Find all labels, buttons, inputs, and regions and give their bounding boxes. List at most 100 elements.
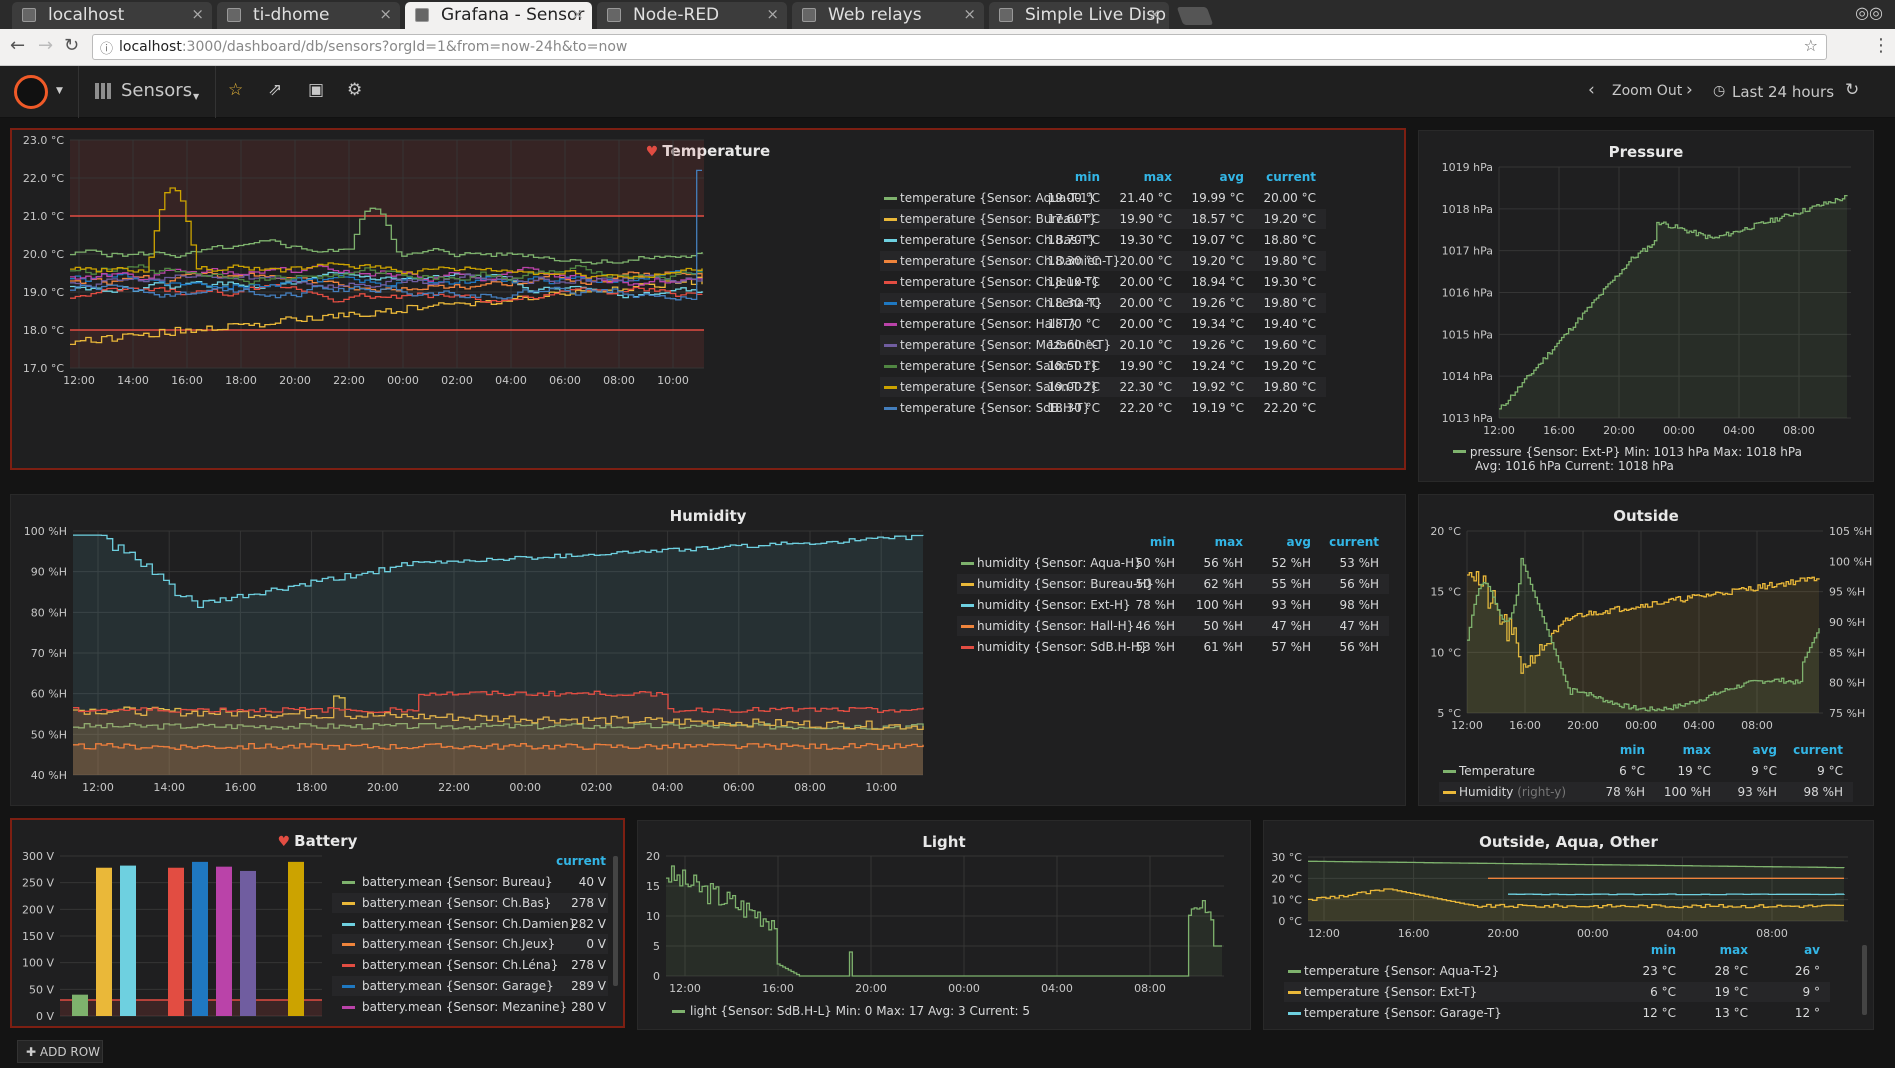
legend-row[interactable]: humidity {Sensor: Hall-H} 46 %H 50 %H 47 %H… bbox=[957, 616, 1389, 636]
time-range-picker[interactable]: Last 24 hours bbox=[1732, 83, 1834, 101]
legend-row[interactable]: battery.mean {Sensor: Garage} 289 V bbox=[332, 976, 608, 996]
other-series-line[interactable] bbox=[1508, 893, 1845, 896]
browser-tab[interactable]: ti-dhome × bbox=[217, 2, 400, 29]
battery-bar[interactable] bbox=[96, 867, 112, 1016]
y-tick-label: 150 V bbox=[22, 930, 54, 943]
other-graph[interactable]: 30 °C 20 °C 10 °C 0 °C 12:00 16:00 20:00 00:00 0… bbox=[1264, 821, 1875, 941]
legend-row[interactable]: humidity {Sensor: Ext-H} 78 %H 100 %H 93 %H… bbox=[957, 595, 1389, 615]
tab-close-icon[interactable]: × bbox=[191, 5, 204, 23]
legend-row[interactable]: temperature {Sensor: Ch.Damien-T} 18.30 °… bbox=[880, 251, 1326, 271]
zoom-out-button[interactable]: Zoom Out bbox=[1612, 83, 1682, 99]
refresh-icon[interactable]: ↻ bbox=[1845, 80, 1859, 100]
legend-row[interactable]: temperature {Sensor: Ext-T} 6 °C 19 °C 9 ° bbox=[1284, 982, 1830, 1002]
browser-tab[interactable]: Node-RED × bbox=[597, 2, 787, 29]
legend-row[interactable]: humidity {Sensor: Aqua-H} 50 %H 56 %H 52 %H… bbox=[957, 553, 1389, 573]
x-tick-label: 12:00 bbox=[1451, 719, 1483, 732]
legend-row[interactable]: humidity {Sensor: Bureau-H} 50 %H 62 %H 55 … bbox=[957, 574, 1389, 594]
forward-icon[interactable]: → bbox=[38, 35, 53, 56]
legend-value-max: 19.90 °C bbox=[1119, 359, 1172, 373]
battery-bar[interactable] bbox=[216, 866, 232, 1016]
battery-bar[interactable] bbox=[72, 994, 88, 1016]
temperature-graph[interactable]: 23.0 °C 22.0 °C 21.0 °C 20.0 °C 19.0 °C 18.0 … bbox=[12, 130, 872, 470]
legend-row[interactable]: temperature {Sensor: Salon-T-2} 19.00 °C 2… bbox=[880, 377, 1326, 397]
dashboard-caret-icon[interactable]: ▼ bbox=[193, 92, 199, 101]
reload-icon[interactable]: ↻ bbox=[64, 35, 79, 56]
legend-row[interactable]: temperature {Sensor: Hall-T} 18.70 °C 20.0… bbox=[880, 314, 1326, 334]
battery-legend-scrollbar[interactable] bbox=[613, 856, 618, 986]
tab-close-icon[interactable]: × bbox=[571, 5, 584, 23]
legend-value-min: 19.00 °C bbox=[1047, 380, 1100, 394]
add-row-button[interactable]: ✚ ADD ROW bbox=[17, 1040, 103, 1063]
tab-close-icon[interactable]: × bbox=[766, 5, 779, 23]
legend-row[interactable]: temperature {Sensor: Salon-T-1} 18.50 °C 1… bbox=[880, 356, 1326, 376]
light-graph[interactable]: 20 15 10 5 0 12:00 16:00 20:00 00:00 04:00 08:00 bbox=[638, 821, 1252, 1001]
browser-menu-icon[interactable]: ⋮ bbox=[1872, 35, 1890, 56]
save-icon[interactable]: ▣ bbox=[308, 80, 324, 100]
info-icon[interactable]: ⓘ bbox=[100, 38, 113, 57]
x-tick-label: 08:00 bbox=[1783, 424, 1815, 437]
logo-caret-icon[interactable]: ▼ bbox=[56, 86, 63, 96]
legend-value-max: 19 °C bbox=[1714, 985, 1748, 999]
legend-value-min: 18.60 °C bbox=[1047, 338, 1100, 352]
battery-panel: ♥ Battery 300 V 250 V 200 V 150 V 100 V 50 V0 … bbox=[10, 818, 625, 1028]
temperature-series-line[interactable] bbox=[70, 284, 703, 303]
bookmark-star-icon[interactable]: ☆ bbox=[1804, 36, 1818, 55]
browser-tab[interactable]: localhost × bbox=[12, 2, 212, 29]
series-color-swatch bbox=[961, 583, 974, 586]
legend-row[interactable]: humidity {Sensor: SdB.H-H} 53 %H 61 %H 57 %… bbox=[957, 637, 1389, 657]
battery-bar[interactable] bbox=[120, 865, 136, 1016]
battery-bar[interactable] bbox=[168, 867, 184, 1016]
battery-bar[interactable] bbox=[240, 870, 256, 1016]
settings-gear-icon[interactable]: ⚙ bbox=[347, 80, 362, 100]
legend-row[interactable]: temperature {Sensor: Aqua-T-2} 23 °C 28 °C… bbox=[1284, 961, 1830, 981]
legend-row[interactable]: temperature {Sensor: Ch.Lena-T} 18.30 °C 2… bbox=[880, 293, 1326, 313]
browser-tab[interactable]: Web relays × bbox=[792, 2, 984, 29]
back-icon[interactable]: ← bbox=[10, 35, 25, 56]
legend-row[interactable]: temperature {Sensor: SdB.H-T} 18.30 °C 22.… bbox=[880, 398, 1326, 418]
browser-tab[interactable]: Grafana - Sensor × bbox=[405, 2, 592, 29]
legend-row[interactable]: Humidity (right-y) 78 %H 100 %H 93 %H 98 %H bbox=[1439, 782, 1853, 802]
battery-graph[interactable]: 300 V 250 V 200 V 150 V 100 V 50 V 0 V bbox=[12, 820, 332, 1028]
star-icon[interactable]: ☆ bbox=[228, 80, 243, 100]
battery-bar[interactable] bbox=[192, 861, 208, 1016]
legend-header-[object Object]: max bbox=[1719, 943, 1748, 957]
legend-row[interactable]: temperature {Sensor: Ch.Bas-T} 18.70 °C 19… bbox=[880, 230, 1326, 250]
series-color-swatch bbox=[1288, 970, 1301, 973]
y-right-tick-label: 85 %H bbox=[1829, 646, 1865, 659]
legend-row[interactable]: battery.mean {Sensor: Mezanine} 280 V bbox=[332, 997, 608, 1017]
y-tick-label: 10 °C bbox=[1271, 894, 1302, 907]
humidity-legend: min max avg current humidity {Sensor: Aqua-H… bbox=[957, 525, 1397, 655]
x-tick-label: 02:00 bbox=[441, 374, 473, 387]
outside-graph[interactable]: 20 °C15 °C10 °C5 °C12:00 16:00 20:00 00:00 0… bbox=[1419, 495, 1875, 735]
tab-close-icon[interactable]: × bbox=[963, 5, 976, 23]
tab-close-icon[interactable]: × bbox=[379, 5, 392, 23]
other-legend-scrollbar[interactable] bbox=[1862, 945, 1867, 1015]
legend-row[interactable]: temperature {Sensor: Ch.Jeux-T} 18.10 °C 2… bbox=[880, 272, 1326, 292]
url-input[interactable]: ⓘ localhost:3000/dashboard/db/sensors?or… bbox=[92, 34, 1827, 60]
y-tick-label: 18.0 °C bbox=[23, 324, 64, 337]
tab-close-icon[interactable]: × bbox=[1148, 5, 1161, 23]
grafana-navbar: ▼ Sensors ▼ ☆ ⇗ ▣ ⚙ ‹ Zoom Out › ◷ Last … bbox=[0, 66, 1895, 118]
grafana-logo-icon[interactable] bbox=[14, 75, 48, 109]
browser-tab[interactable]: Simple Live Disp × bbox=[989, 2, 1169, 29]
legend-row[interactable]: battery.mean {Sensor: Ch.Damien} 282 V bbox=[332, 914, 608, 934]
legend-row[interactable]: temperature {Sensor: Garage-T} 12 °C 13 °C… bbox=[1284, 1003, 1830, 1023]
dashboard-picker[interactable]: Sensors bbox=[121, 80, 192, 101]
zoom-back-icon[interactable]: ‹ bbox=[1588, 80, 1595, 100]
legend-row[interactable]: temperature {Sensor: Bureau-T} 17.60 °C 19… bbox=[880, 209, 1326, 229]
zoom-forward-icon[interactable]: › bbox=[1686, 80, 1693, 100]
legend-value-avg: 18.94 °C bbox=[1191, 275, 1244, 289]
legend-row[interactable]: battery.mean {Sensor: Bureau} 40 V bbox=[332, 872, 608, 892]
legend-row[interactable]: battery.mean {Sensor: Ch.Jeux} 0 V bbox=[332, 934, 608, 955]
legend-row[interactable]: Temperature 6 °C 19 °C 9 °C 9 °C bbox=[1439, 761, 1853, 781]
legend-row[interactable]: battery.mean {Sensor: Ch.Bas} 278 V bbox=[332, 892, 608, 913]
legend-row[interactable]: temperature {Sensor: Aqua-T-1} 19.00 °C 21… bbox=[880, 188, 1326, 208]
legend-row[interactable]: battery.mean {Sensor: Ch.Léna} 278 V bbox=[332, 955, 608, 975]
y-tick-label: 80 %H bbox=[31, 606, 67, 619]
battery-bar[interactable] bbox=[288, 861, 304, 1016]
pressure-graph[interactable]: 1019 hPa 1018 hPa 1017 hPa 1016 hPa 1015 hPa… bbox=[1419, 131, 1875, 451]
humidity-graph[interactable]: 100 %H 90 %H 80 %H 70 %H 60 %H 50 %H 40 %H 12:0… bbox=[11, 495, 951, 807]
new-tab-button[interactable] bbox=[1176, 7, 1214, 25]
share-icon[interactable]: ⇗ bbox=[268, 80, 282, 100]
legend-row[interactable]: temperature {Sensor: Mezanine-T} 18.60 °C… bbox=[880, 335, 1326, 355]
